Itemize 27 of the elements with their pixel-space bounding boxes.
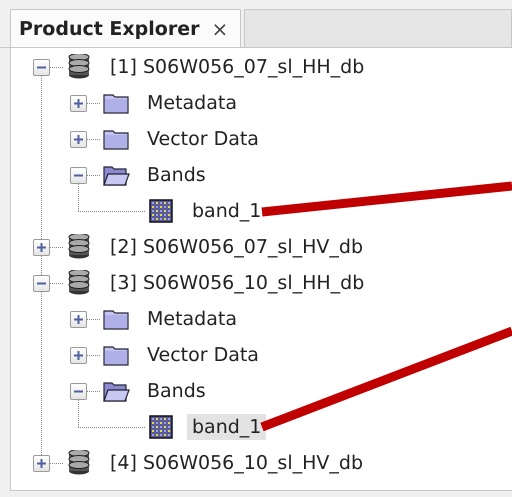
tree-item[interactable]: Vector Data	[142, 342, 264, 368]
expand-icon[interactable]	[70, 310, 87, 328]
collapse-icon[interactable]	[33, 58, 50, 76]
expand-icon[interactable]	[70, 94, 87, 112]
collapse-icon[interactable]	[33, 274, 50, 292]
tree-item[interactable]: band_1	[187, 198, 266, 224]
expand-icon[interactable]	[70, 130, 87, 148]
expand-icon[interactable]	[70, 346, 87, 364]
panel-tab[interactable]: Product Explorer ×	[10, 9, 242, 47]
close-button[interactable]: ×	[211, 16, 228, 40]
tree-item[interactable]: Metadata	[142, 90, 242, 116]
tree-item[interactable]: band_1	[187, 414, 266, 440]
tab-title: Product Explorer	[19, 18, 200, 40]
tree-item[interactable]: [4] S06W056_10_sl_HV_db	[105, 450, 368, 476]
tree-item[interactable]: [2] S06W056_07_sl_HV_db	[105, 234, 368, 260]
tree-item[interactable]: [1] S06W056_07_sl_HH_db	[105, 54, 370, 80]
expand-icon[interactable]	[33, 238, 50, 256]
tree-item[interactable]: Bands	[142, 378, 211, 404]
collapse-icon[interactable]	[70, 166, 87, 184]
collapse-icon[interactable]	[70, 382, 87, 400]
tree-item[interactable]: [3] S06W056_10_sl_HH_db	[105, 270, 370, 296]
tree-item[interactable]: Vector Data	[142, 126, 264, 152]
raster-band-icon	[147, 414, 175, 440]
expand-icon[interactable]	[33, 454, 50, 472]
raster-band-icon	[147, 198, 175, 224]
tree-item[interactable]: Bands	[142, 162, 211, 188]
tree-item[interactable]: Metadata	[142, 306, 242, 332]
